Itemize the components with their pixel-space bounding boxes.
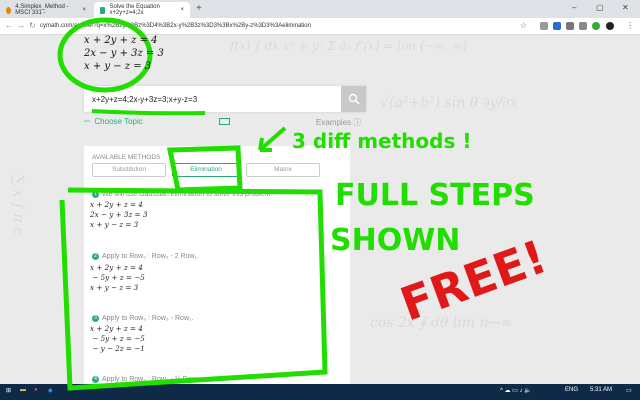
search-button[interactable] xyxy=(341,86,366,112)
step-text: Apply to Row₂ : Row₂ - 2 Row₁. xyxy=(102,253,199,260)
equation-input[interactable] xyxy=(84,86,339,112)
favicon-icon xyxy=(100,6,106,14)
method-elimination[interactable]: Elimination xyxy=(172,163,240,177)
chalkboard-decoration: √(a²+b²) sin θ ∂y/∂x xyxy=(380,95,518,111)
step-equations: x + 2y + z = 4 2x − y + 3z = 3 x + y − z… xyxy=(90,200,148,229)
step-text: Apply to Row₃ : Row₃ - Row₁. xyxy=(102,315,194,322)
tab-label: 4.Simplex_Method - MSCI 331 - xyxy=(15,4,69,16)
forward-icon[interactable]: → xyxy=(17,21,25,30)
method-substitution[interactable]: Substitution xyxy=(92,163,166,177)
new-tab-button[interactable]: + xyxy=(196,3,202,14)
equation-search xyxy=(84,86,366,112)
choose-topic-link[interactable]: ▫▫▫ Choose Topic xyxy=(84,117,143,126)
menu-icon[interactable]: ⋮ xyxy=(626,21,634,30)
step-number: 3 xyxy=(92,315,99,322)
maximize-button[interactable]: ▢ xyxy=(596,3,604,12)
tab-label: Solve the Equation x+2y+z=4;2x xyxy=(109,4,160,16)
language-indicator[interactable]: ENG xyxy=(565,387,578,393)
step-4: 4 Apply to Row₃ : Row₃ - ½ Row₂. xyxy=(92,376,201,383)
step-number: 2 xyxy=(92,253,99,260)
notifications-icon[interactable]: ▭ xyxy=(626,387,632,394)
vscode-icon[interactable]: ◆ xyxy=(48,387,53,394)
close-window-button[interactable]: ✕ xyxy=(622,3,629,12)
extension-icon[interactable] xyxy=(592,22,600,30)
reload-icon[interactable]: ↻ xyxy=(29,21,36,30)
cymath-page: f(x) ∫ dx x² + y² Σ aₙ f'(x) = lim (−∞, … xyxy=(0,35,640,384)
examples-link[interactable]: Examples ⓘ xyxy=(316,117,361,128)
address-bar-row: ← → ↻ cymath.com/answer?q=x%2B2y%2Bz%3D4… xyxy=(0,18,640,35)
step-number: 4 xyxy=(92,376,99,383)
extension-icon[interactable] xyxy=(566,22,574,30)
windows-taskbar: ⊞ ▬ ● ◆ ^ ☁ ▭ ♪ 🔈 ENG 5:31 AM ▭ xyxy=(0,384,640,400)
keyboard-icon[interactable] xyxy=(219,118,230,125)
step-text: We will use Gaussian elimination to solv… xyxy=(102,191,273,198)
search-icon xyxy=(348,93,360,105)
step-number: 1 xyxy=(92,191,99,198)
available-methods-label: AVAILABLE METHODS xyxy=(92,154,161,161)
step-equations: x + 2y + z = 4 − 5y + z = −5 − y − 2z = … xyxy=(90,324,145,353)
step-1: 1 We will use Gaussian elimination to sol… xyxy=(92,191,272,198)
browser-tab-bar: 4.Simplex_Method - MSCI 331 - × Solve the… xyxy=(0,0,640,18)
chalkboard-decoration: ∑ x ∫ π ε xyxy=(10,175,26,235)
chalkboard-decoration: cos 2x ∮ dθ lim n→∞ xyxy=(370,315,512,331)
tab-simplex[interactable]: 4.Simplex_Method - MSCI 331 - × xyxy=(0,2,92,18)
chrome-icon[interactable]: ● xyxy=(34,387,38,393)
star-icon[interactable]: ☆ xyxy=(520,21,527,30)
minimize-button[interactable]: – xyxy=(572,3,576,12)
close-tab-icon[interactable]: × xyxy=(82,7,86,13)
method-matrix[interactable]: Matrix xyxy=(246,163,320,177)
chalkboard-decoration: f(x) ∫ dx x² + y² Σ aₙ f'(x) = lim (−∞, … xyxy=(230,39,467,53)
favicon-icon xyxy=(6,6,12,14)
extension-icon[interactable] xyxy=(579,22,587,30)
step-3: 3 Apply to Row₃ : Row₃ - Row₁. xyxy=(92,315,193,322)
solution-card: AVAILABLE METHODS Substitution Eliminati… xyxy=(84,146,350,384)
url-field[interactable]: cymath.com/answer?q=x%2B2y%2Bz%3D4%3B2x-… xyxy=(40,21,400,32)
step-equations: x + 2y + z = 4 − 5y + z = −5 x + y − z =… xyxy=(90,263,145,292)
file-explorer-icon[interactable]: ▬ xyxy=(20,387,26,393)
extension-icon[interactable] xyxy=(553,22,561,30)
back-icon[interactable]: ← xyxy=(5,21,13,30)
profile-avatar[interactable] xyxy=(606,22,614,30)
tab-cymath[interactable]: Solve the Equation x+2y+z=4;2x × xyxy=(94,2,190,18)
dots-icon: ▫▫▫ xyxy=(84,118,91,125)
step-text: Apply to Row₃ : Row₃ - ½ Row₂. xyxy=(102,376,202,383)
extension-icon[interactable] xyxy=(540,22,548,30)
step-2: 2 Apply to Row₂ : Row₂ - 2 Row₁. xyxy=(92,253,199,260)
windows-start-icon[interactable]: ⊞ xyxy=(6,387,11,394)
close-tab-icon[interactable]: × xyxy=(180,7,184,13)
clock[interactable]: 5:31 AM xyxy=(590,387,612,393)
choose-topic-label: Choose Topic xyxy=(94,117,143,126)
tray-icons[interactable]: ^ ☁ ▭ ♪ 🔈 xyxy=(500,387,532,394)
